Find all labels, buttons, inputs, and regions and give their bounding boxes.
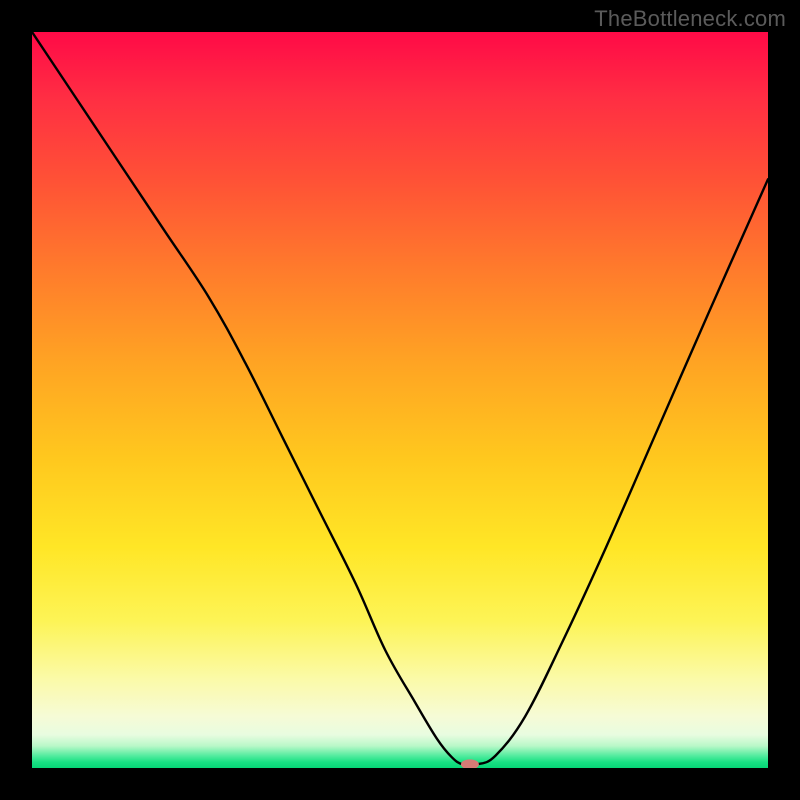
optimum-marker <box>461 759 479 768</box>
watermark-text: TheBottleneck.com <box>594 6 786 32</box>
curve-layer <box>32 32 768 768</box>
bottleneck-curve <box>32 32 768 765</box>
plot-area <box>32 32 768 768</box>
chart-frame: TheBottleneck.com <box>0 0 800 800</box>
